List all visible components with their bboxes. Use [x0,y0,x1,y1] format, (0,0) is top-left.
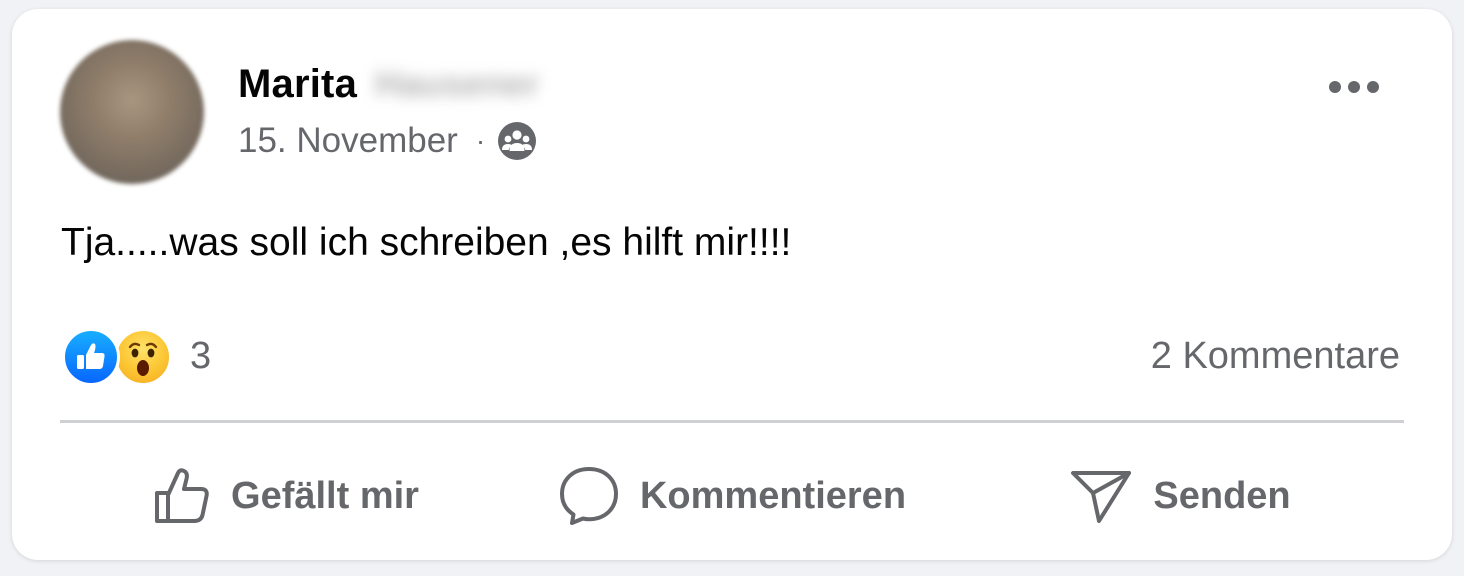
author-name[interactable]: Marita Hausener [238,58,539,110]
post-card: Marita Hausener 15. November · Tja.....w… [12,9,1452,560]
like-button[interactable]: Gefällt mir [60,449,508,543]
comment-button-label: Kommentieren [639,474,907,517]
send-icon [1071,471,1132,523]
post-date[interactable]: 15. November [238,121,458,161]
send-button[interactable]: Senden [956,449,1404,543]
thumbs-up-icon [155,468,209,523]
comments-count-link[interactable]: 2 Kommentare [1151,331,1400,381]
like-reaction-icon [62,328,120,386]
author-first-name[interactable]: Marita [238,62,357,107]
post-text: Tja.....was soll ich schreiben ,es hilft… [61,221,792,264]
meta-separator: · [475,125,486,156]
comment-button[interactable]: Kommentieren [508,449,956,543]
send-button-label: Senden [1153,474,1291,517]
comment-bubble-icon [559,467,618,525]
action-bar: Gefällt mir Kommentieren Senden [60,449,1404,543]
avatar[interactable] [60,40,204,184]
reaction-icons [62,326,174,386]
divider [60,420,1404,423]
reaction-count: 3 [190,334,212,377]
author-last-name-redacted: Hausener [375,63,540,104]
post-meta: 15. November · [238,118,537,164]
like-button-label: Gefällt mir [231,474,419,517]
wow-reaction-icon [114,328,172,386]
more-dots-icon [1329,81,1379,93]
group-audience-icon[interactable] [497,121,537,161]
reactions-summary[interactable]: 3 [62,326,211,386]
more-options-button[interactable] [1322,65,1386,109]
